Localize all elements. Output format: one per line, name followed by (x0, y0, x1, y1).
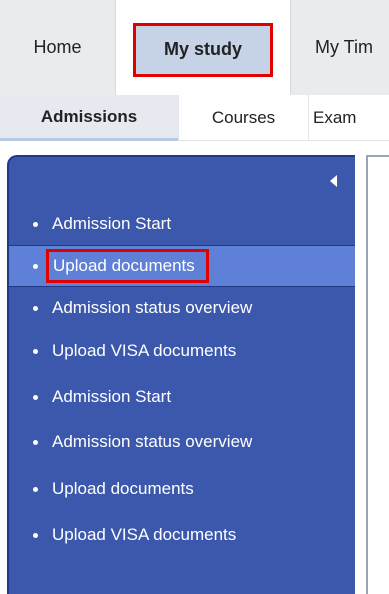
bullet-icon (33, 263, 38, 269)
sub-tab-bar: Admissions Courses Exam (0, 95, 389, 141)
nav-item-label: Admission Start (52, 214, 172, 233)
nav-item-label: Upload documents (52, 479, 194, 498)
content-area: Admission Start Upload documents Admissi… (0, 141, 389, 594)
chevron-left-icon[interactable] (330, 175, 337, 187)
subtab-courses-label: Courses (211, 108, 276, 127)
bullet-icon (33, 439, 38, 445)
tab-my-study[interactable]: My study (115, 0, 291, 95)
subtab-exams-label: Exam (313, 108, 357, 127)
page: Home My study My Tim Admissions Courses … (0, 0, 389, 594)
nav-item-admission-start[interactable]: Admission Start (9, 203, 355, 245)
nav-item-label: Upload documents (53, 256, 195, 275)
nav-item-upload-visa-documents[interactable]: Upload VISA documents (9, 330, 355, 372)
admissions-nav-panel: Admission Start Upload documents Admissi… (7, 155, 355, 594)
nav-item-label: Admission status overview (52, 298, 253, 317)
top-tab-bar: Home My study My Tim (0, 0, 389, 95)
bullet-icon (33, 305, 38, 311)
nav-item-label: Upload VISA documents (52, 525, 237, 544)
nav-item-label: Upload VISA documents (52, 341, 237, 360)
bullet-icon (33, 532, 38, 538)
nav-item-admission-status-overview[interactable]: Admission status overview (9, 287, 355, 329)
bullet-icon (33, 221, 38, 227)
nav-item-label: Admission Start (52, 387, 172, 406)
nav-item-label: Admission status overview (52, 432, 253, 451)
subtab-admissions[interactable]: Admissions (0, 95, 178, 141)
bullet-icon (33, 348, 38, 354)
nav-item-admission-start-2[interactable]: Admission Start (9, 376, 355, 418)
subtab-admissions-label: Admissions (40, 106, 138, 126)
tab-my-study-highlight[interactable]: My study (133, 22, 273, 77)
main-content-pane (366, 155, 389, 594)
tab-my-timetable[interactable]: My Tim (291, 0, 389, 95)
subtab-courses[interactable]: Courses (178, 95, 308, 141)
nav-item-admission-status-overview-2[interactable]: Admission status overview (9, 421, 355, 463)
nav-item-upload-documents[interactable]: Upload documents (9, 245, 355, 287)
bullet-icon (33, 486, 38, 492)
nav-item-upload-visa-documents-2[interactable]: Upload VISA documents (9, 514, 355, 556)
subtab-exams[interactable]: Exam (308, 95, 389, 141)
nav-item-highlight[interactable]: Upload documents (46, 249, 209, 283)
tab-home-label: Home (33, 37, 82, 57)
tab-my-timetable-label: My Tim (315, 37, 373, 57)
tab-home[interactable]: Home (0, 0, 115, 95)
bullet-icon (33, 394, 38, 400)
tab-my-study-label: My study (163, 39, 242, 59)
nav-item-upload-documents-2[interactable]: Upload documents (9, 468, 355, 510)
